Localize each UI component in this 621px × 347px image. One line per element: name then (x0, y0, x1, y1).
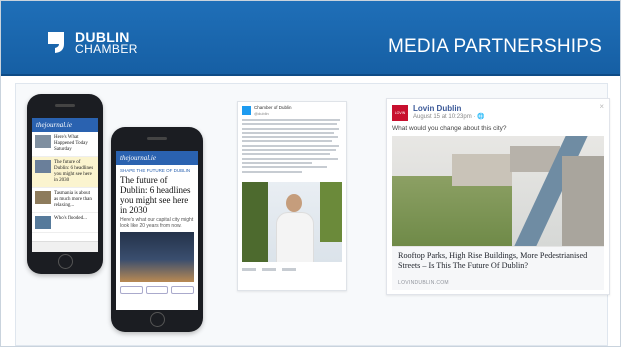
app-brand: thejournal.ie (36, 121, 72, 129)
image-quay (562, 156, 604, 246)
tweet-photo (242, 182, 342, 262)
phone-mockup-right: thejournal.ie SHAPE THE FUTURE OF DUBLIN… (111, 127, 203, 332)
link-headline: Rooftop Parks, High Rise Buildings, More… (398, 251, 588, 270)
page-title: MEDIA PARTNERSHIPS (387, 36, 602, 57)
share-button (145, 286, 169, 294)
list-item-text: Who's flooded... (54, 216, 87, 221)
photo-person-body (276, 212, 314, 262)
header-bar: DUBLIN CHAMBER MEDIA PARTNERSHIPS (1, 1, 620, 74)
photo-tree (242, 182, 268, 262)
photo-tree (320, 182, 342, 242)
article-subtitle: Here's what our capital city might look … (120, 217, 194, 229)
share-button (171, 286, 195, 294)
list-item: Here's What Happened Today Saturday (32, 132, 98, 157)
list-item: Tasmania is about as much more than rela… (32, 188, 98, 213)
list-item-text: Here's What Happened Today Saturday (54, 135, 88, 152)
home-button-icon (58, 254, 73, 269)
logo-text-chamber: CHAMBER (75, 42, 138, 56)
image-park (392, 176, 512, 246)
lovin-dublin-logo: LOVIN DUBLIN (392, 105, 408, 131)
article-tag: SHAPE THE FUTURE OF DUBLIN (120, 168, 191, 173)
facebook-post-card: LOVIN DUBLIN Lovin Dublin August 15 at 1… (386, 98, 610, 295)
post-author-name: Lovin Dublin (413, 104, 462, 113)
app-header: thejournal.ie (32, 118, 98, 132)
list-item-text: Tasmania is about as much more than rela… (54, 191, 92, 208)
image-building (452, 154, 512, 186)
thumbnail-image (35, 135, 51, 148)
close-icon: × (599, 102, 604, 111)
action-icon (262, 268, 276, 271)
tweet-card: Chamber of Dublin @dublin (237, 101, 347, 291)
thumbnail-image (35, 160, 51, 173)
list-item: Who's flooded... (32, 213, 98, 233)
thumbnail-image (35, 191, 51, 204)
slide: DUBLIN CHAMBER MEDIA PARTNERSHIPS thejou… (0, 0, 621, 347)
photo-person-head (286, 194, 302, 212)
app-brand: thejournal.ie (120, 154, 156, 162)
tweet-author-handle: @dublin (254, 111, 269, 116)
article-image (120, 232, 194, 282)
phone-screen-left: thejournal.ie Here's What Happened Today… (32, 118, 98, 252)
list-item-text: The future of Dublin: 6 headlines you mi… (54, 160, 94, 183)
action-icon (242, 268, 256, 271)
link-preview: Rooftop Parks, High Rise Buildings, More… (392, 246, 604, 290)
post-date: August 15 at 10:23pm · 🌐 (413, 114, 485, 120)
list-item-highlighted: The future of Dublin: 6 headlines you mi… (32, 157, 98, 188)
tweet-text (242, 119, 342, 175)
action-icon (282, 268, 296, 271)
tweet-actions (242, 268, 342, 271)
thumbnail-image (35, 216, 51, 229)
app-tab-bar (32, 241, 98, 252)
link-source: LOVINDUBLIN.COM (398, 280, 449, 286)
phone-speaker (55, 104, 75, 107)
phone-screen-right: thejournal.ie SHAPE THE FUTURE OF DUBLIN… (116, 151, 198, 310)
phone-mockup-left: thejournal.ie Here's What Happened Today… (27, 94, 103, 274)
header-divider (1, 74, 620, 76)
post-image (392, 136, 604, 246)
avatar (242, 106, 251, 115)
share-button (120, 286, 143, 294)
share-buttons (116, 282, 198, 298)
phone-speaker (147, 137, 167, 140)
app-header: thejournal.ie (116, 151, 198, 165)
article-headline: The future of Dublin: 6 headlines you mi… (120, 175, 191, 215)
home-button-icon (150, 312, 165, 327)
post-status-text: What would you change about this city? (392, 125, 507, 132)
tweet-author-name: Chamber of Dublin (254, 105, 292, 110)
quote-logo-icon (48, 32, 64, 53)
